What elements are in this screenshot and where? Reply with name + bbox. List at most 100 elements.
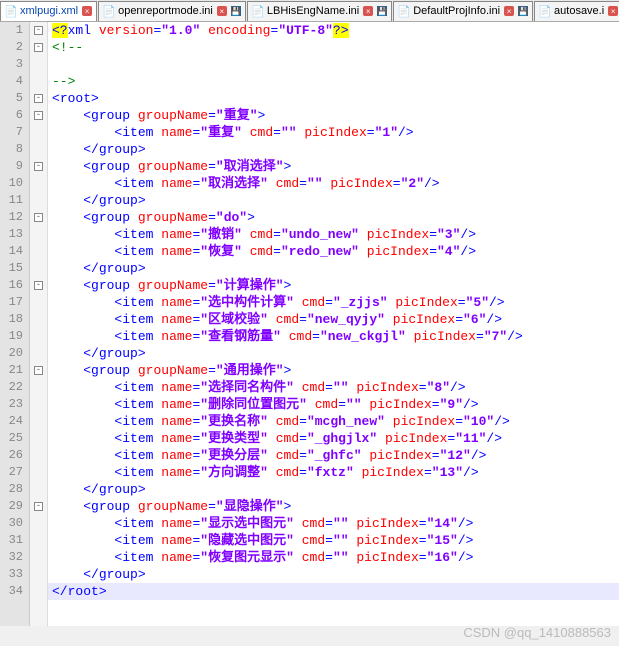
fold-cell [30,328,47,345]
fold-cell [30,294,47,311]
fold-toggle-icon[interactable]: - [34,502,43,511]
fold-toggle-icon[interactable]: - [34,366,43,375]
code-line[interactable]: <group groupName="取消选择"> [48,158,619,175]
tab[interactable]: 📄openreportmode.ini×💾 [98,1,246,21]
code-line[interactable]: <item name="方向调整" cmd="fxtz" picIndex="1… [48,464,619,481]
dirty-icon: 💾 [518,6,528,16]
code-line[interactable]: <item name="取消选择" cmd="" picIndex="2"/> [48,175,619,192]
line-number: 14 [0,243,29,260]
code-line[interactable]: <item name="撤销" cmd="undo_new" picIndex=… [48,226,619,243]
fold-cell [30,549,47,566]
code-line[interactable]: <item name="恢复图元显示" cmd="" picIndex="16"… [48,549,619,566]
fold-cell [30,345,47,362]
close-icon[interactable]: × [504,6,514,16]
line-number: 2 [0,39,29,56]
code-line[interactable]: <?xml version="1.0" encoding="UTF-8"?> [48,22,619,39]
file-icon: 📄 [398,5,410,17]
code-line[interactable]: <item name="更换名称" cmd="mcgh_new" picInde… [48,413,619,430]
fold-cell [30,260,47,277]
code-line[interactable]: </group> [48,566,619,583]
code-line[interactable]: <item name="区域校验" cmd="new_qyjy" picInde… [48,311,619,328]
fold-cell [30,379,47,396]
line-number: 1 [0,22,29,39]
code-line[interactable]: </root> [48,583,619,600]
line-number: 7 [0,124,29,141]
code-line[interactable]: </group> [48,481,619,498]
code-line[interactable]: <item name="恢复" cmd="redo_new" picIndex=… [48,243,619,260]
fold-toggle-icon[interactable]: - [34,213,43,222]
fold-cell [30,124,47,141]
code-line[interactable]: --> [48,73,619,90]
file-icon: 📄 [5,5,17,17]
fold-column: - - - - - - - - - [30,22,48,626]
code-line[interactable]: <root> [48,90,619,107]
tab-label: DefaultProjInfo.ini [413,5,500,17]
line-number: 20 [0,345,29,362]
code-line[interactable]: <item name="隐藏选中图元" cmd="" picIndex="15"… [48,532,619,549]
line-number: 9 [0,158,29,175]
close-icon[interactable]: × [363,6,373,16]
line-number: 12 [0,209,29,226]
close-icon[interactable]: × [217,6,227,16]
line-number: 24 [0,413,29,430]
code-line[interactable]: <item name="重复" cmd="" picIndex="1"/> [48,124,619,141]
code-line[interactable]: </group> [48,260,619,277]
fold-toggle-icon[interactable]: - [34,281,43,290]
code-line[interactable]: </group> [48,141,619,158]
code-line[interactable]: <item name="选择同名构件" cmd="" picIndex="8"/… [48,379,619,396]
editor: 1234567891011121314151617181920212223242… [0,22,619,626]
tab[interactable]: 📄LBHisEngName.ini×💾 [247,1,392,21]
line-number: 33 [0,566,29,583]
code-line[interactable]: <group groupName="重复"> [48,107,619,124]
code-line[interactable]: <item name="选中构件计算" cmd="_zjjs" picIndex… [48,294,619,311]
tab[interactable]: 📄DefaultProjInfo.ini × 💾 [393,1,533,21]
fold-toggle-icon[interactable]: - [34,111,43,120]
line-number: 23 [0,396,29,413]
code-line[interactable]: <group groupName="显隐操作"> [48,498,619,515]
tab[interactable]: 📄xmlpugi.xml × [0,1,97,21]
fold-cell [30,430,47,447]
line-number: 19 [0,328,29,345]
fold-toggle-icon[interactable]: - [34,162,43,171]
code-line[interactable]: </group> [48,345,619,362]
line-number: 29 [0,498,29,515]
tab-label: LBHisEngName.ini [267,5,359,17]
line-number: 18 [0,311,29,328]
code-line[interactable]: <group groupName="do"> [48,209,619,226]
fold-toggle-icon[interactable]: - [34,94,43,103]
code-line[interactable]: </group> [48,192,619,209]
line-number: 10 [0,175,29,192]
code-area[interactable]: <?xml version="1.0" encoding="UTF-8"?><!… [48,22,619,626]
tab-label: xmlpugi.xml [20,5,78,17]
dirty-icon: 💾 [231,6,241,16]
line-numbers: 1234567891011121314151617181920212223242… [0,22,30,626]
code-line[interactable]: <item name="删除同位置图元" cmd="" picIndex="9"… [48,396,619,413]
code-line[interactable] [48,56,619,73]
file-icon: 📄 [539,5,551,17]
fold-cell: - [30,209,47,226]
fold-cell: - [30,158,47,175]
code-line[interactable]: <item name="显示选中图元" cmd="" picIndex="14"… [48,515,619,532]
tab[interactable]: 📄autosave.i× [534,1,619,21]
fold-toggle-icon[interactable]: - [34,26,43,35]
code-line[interactable]: <!-- [48,39,619,56]
line-number: 27 [0,464,29,481]
fold-cell [30,464,47,481]
fold-toggle-icon[interactable]: - [34,43,43,52]
line-number: 17 [0,294,29,311]
code-line[interactable]: <item name="更换分层" cmd="_ghfc" picIndex="… [48,447,619,464]
line-number: 22 [0,379,29,396]
fold-cell [30,56,47,73]
fold-cell: - [30,498,47,515]
line-number: 13 [0,226,29,243]
fold-cell [30,311,47,328]
code-line[interactable]: <item name="更换类型" cmd="_ghgjlx" picIndex… [48,430,619,447]
line-number: 8 [0,141,29,158]
fold-cell: - [30,362,47,379]
close-icon[interactable]: × [608,6,618,16]
code-line[interactable]: <group groupName="通用操作"> [48,362,619,379]
close-icon[interactable]: × [82,6,92,16]
code-line[interactable]: <group groupName="计算操作"> [48,277,619,294]
code-line[interactable]: <item name="查看钢筋量" cmd="new_ckgjl" picIn… [48,328,619,345]
fold-cell: - [30,22,47,39]
